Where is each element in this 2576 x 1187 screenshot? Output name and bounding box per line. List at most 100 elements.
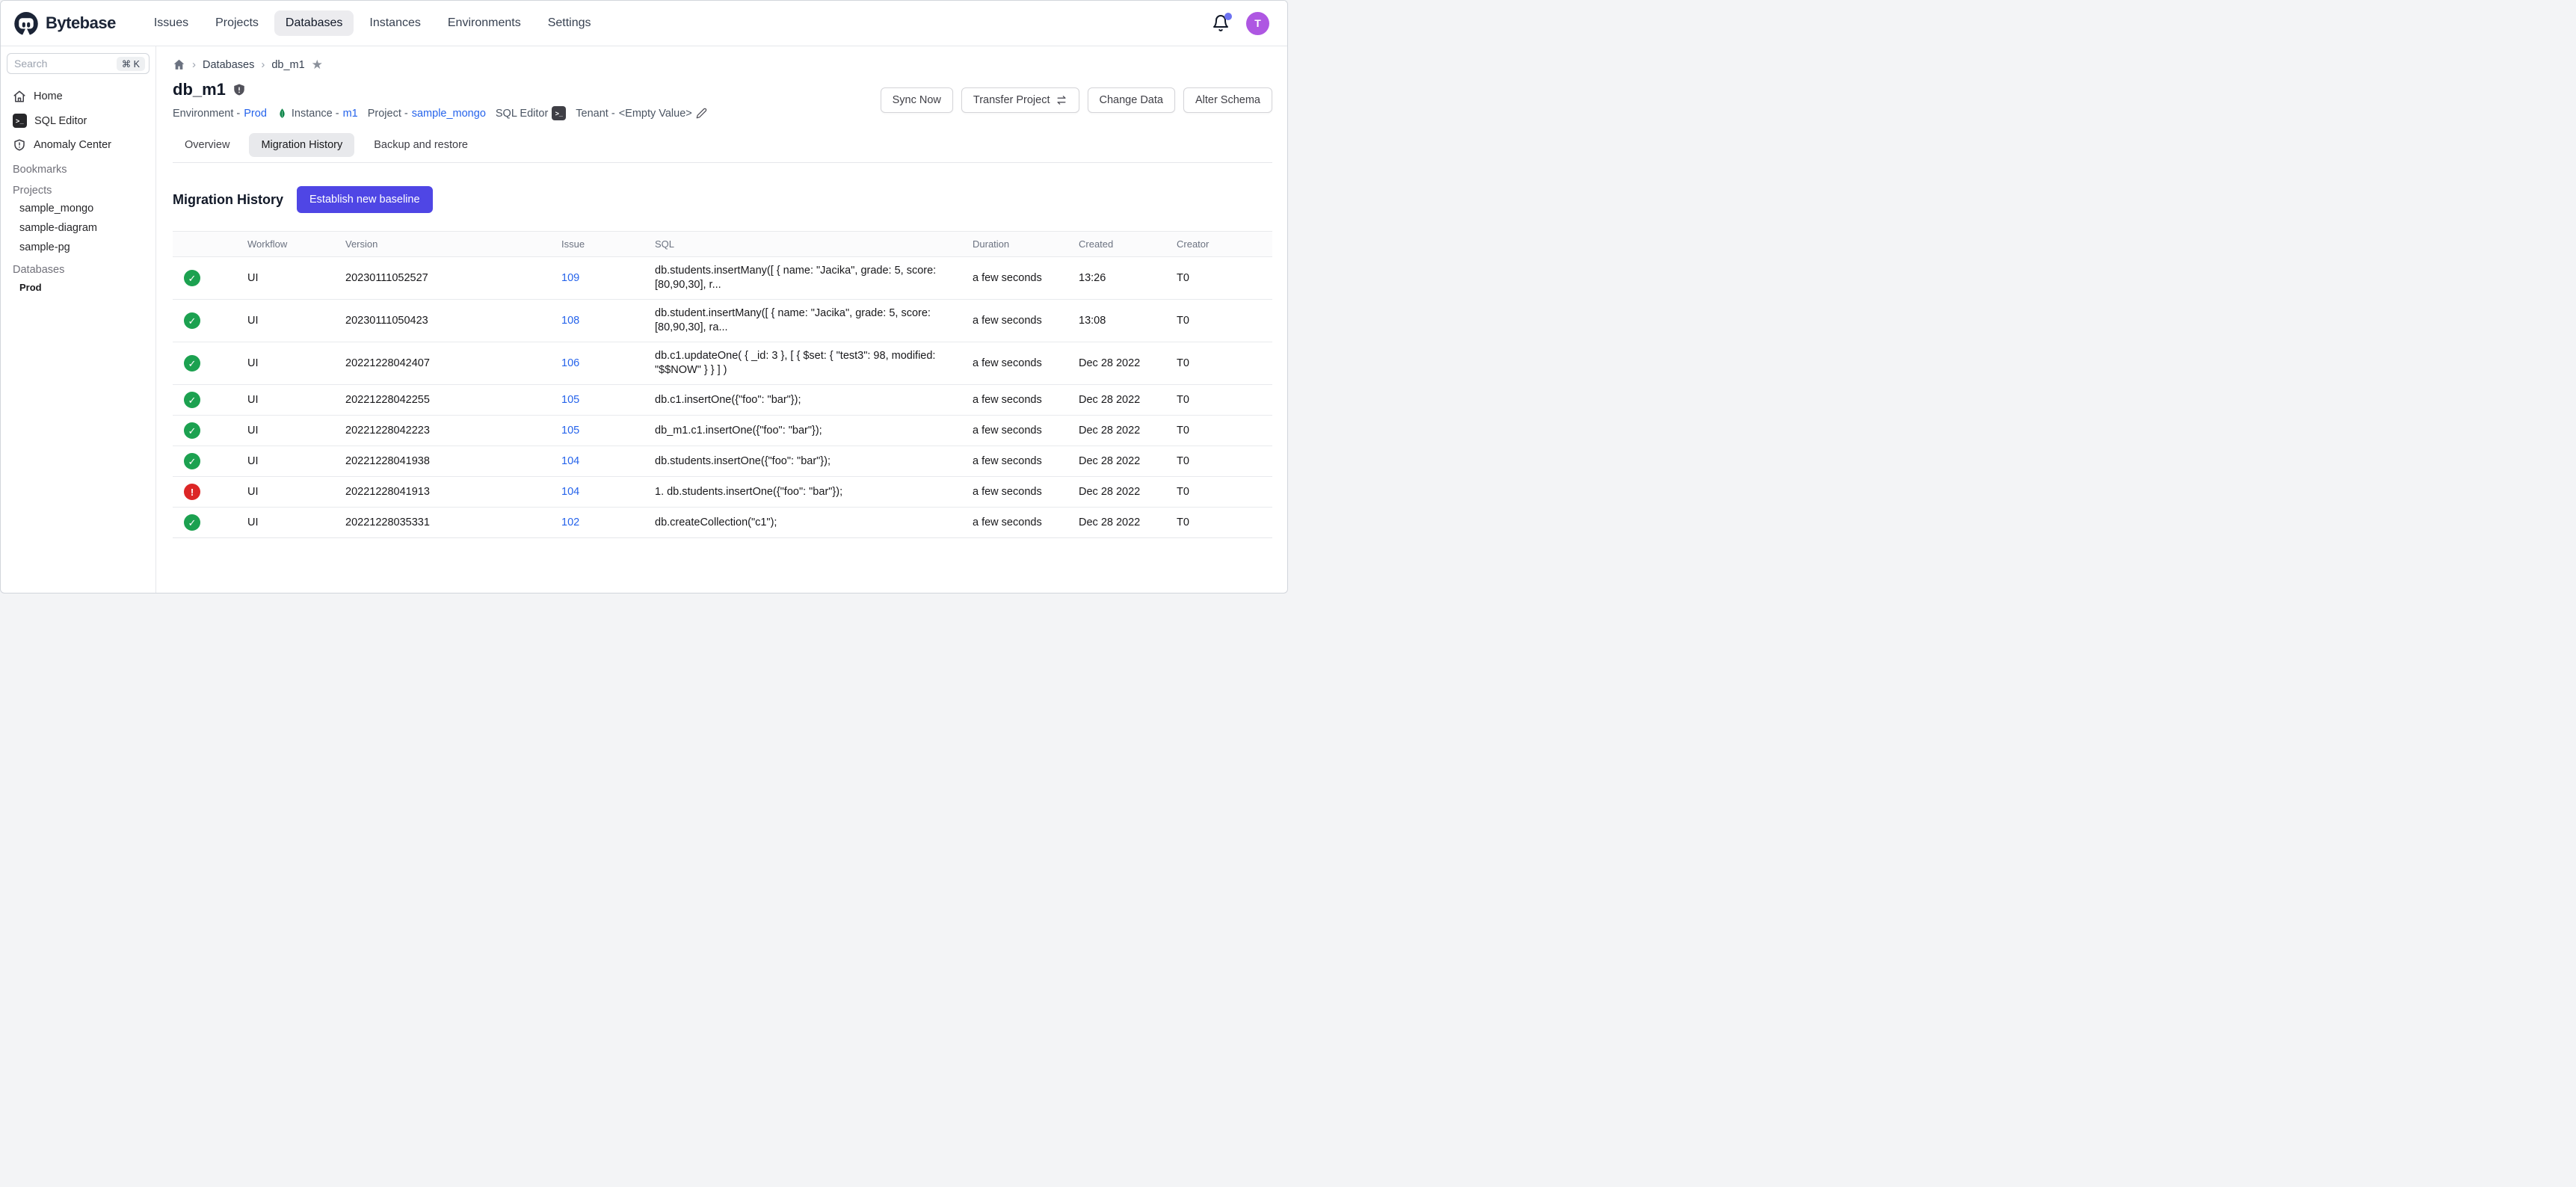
breadcrumb-home-button[interactable]	[173, 58, 185, 71]
issue-link[interactable]: 109	[561, 272, 579, 284]
instance-label: Instance -	[292, 108, 339, 120]
duration-cell: a few seconds	[961, 417, 1067, 445]
brand-name: Bytebase	[46, 13, 116, 33]
avatar[interactable]: T	[1246, 12, 1269, 35]
table-cell: 108	[549, 307, 643, 335]
search-input[interactable]	[14, 58, 89, 70]
sql-cell: db.createCollection("c1");	[643, 509, 961, 537]
col-version: Version	[333, 232, 549, 256]
created-cell: Dec 28 2022	[1067, 417, 1165, 445]
instance-link[interactable]: m1	[343, 108, 358, 120]
project-link[interactable]: sample_mongo	[412, 108, 486, 120]
breadcrumb-databases[interactable]: Databases	[203, 59, 254, 71]
issue-link[interactable]: 106	[561, 357, 579, 369]
favorite-star-icon[interactable]: ★	[312, 58, 323, 71]
created-cell: 13:26	[1067, 265, 1165, 292]
transfer-arrows-icon	[1056, 94, 1067, 106]
creator-cell: T0	[1165, 509, 1272, 537]
sidebar-item-label: SQL Editor	[34, 115, 87, 127]
creator-cell: T0	[1165, 265, 1272, 292]
table-cell: 104	[549, 478, 643, 506]
search-box[interactable]: ⌘ K	[7, 53, 150, 74]
success-check-icon: ✓	[184, 392, 200, 408]
table-cell: 102	[549, 509, 643, 537]
table-cell: 109	[549, 265, 643, 292]
sidebar-database-prod[interactable]: Prod	[1, 278, 155, 297]
change-data-button[interactable]: Change Data	[1088, 87, 1175, 113]
notifications-button[interactable]	[1212, 14, 1230, 32]
page-actions: Sync Now Transfer Project Change Data Al…	[881, 87, 1272, 113]
issue-link[interactable]: 102	[561, 517, 579, 528]
sidebar-item-anomaly-center[interactable]: Anomaly Center	[1, 133, 155, 157]
nav-item-settings[interactable]: Settings	[537, 10, 603, 36]
tenant-value: <Empty Value>	[619, 108, 692, 120]
sidebar-project-sample-pg[interactable]: sample-pg	[1, 238, 155, 257]
button-label: Transfer Project	[973, 94, 1050, 106]
chevron-right-icon: ›	[261, 58, 265, 71]
sidebar-project-sample-diagram[interactable]: sample-diagram	[1, 218, 155, 238]
establish-baseline-button[interactable]: Establish new baseline	[297, 186, 433, 213]
sql-editor-meta: SQL Editor >_	[496, 106, 566, 120]
success-check-icon: ✓	[184, 422, 200, 439]
duration-cell: a few seconds	[961, 448, 1067, 475]
table-cell: 105	[549, 386, 643, 414]
search-shortcut-kbd: ⌘ K	[117, 57, 145, 71]
sync-now-button[interactable]: Sync Now	[881, 87, 953, 113]
table-body: ✓UI20230111052527109db.students.insertMa…	[173, 257, 1272, 537]
success-check-icon: ✓	[184, 312, 200, 329]
tab-backup-and-restore[interactable]: Backup and restore	[362, 133, 480, 157]
sidebar-item-sql-editor[interactable]: >_ SQL Editor	[1, 108, 155, 133]
col-created: Created	[1067, 232, 1165, 256]
breadcrumb-db-m1[interactable]: db_m1	[271, 59, 304, 71]
bytebase-logo-icon	[13, 10, 40, 37]
issue-link[interactable]: 105	[561, 394, 579, 406]
issue-link[interactable]: 105	[561, 425, 579, 437]
database-tabs: Overview Migration History Backup and re…	[173, 133, 1272, 157]
workflow-cell: UI	[235, 307, 333, 335]
col-issue: Issue	[549, 232, 643, 256]
sidebar-item-home[interactable]: Home	[1, 84, 155, 108]
workflow-cell: UI	[235, 350, 333, 377]
terminal-icon[interactable]: >_	[552, 106, 566, 120]
sidebar-section-bookmarks: Bookmarks	[1, 157, 155, 178]
sql-cell: db.students.insertOne({"foo": "bar"});	[643, 448, 961, 475]
error-exclamation-icon: !	[184, 484, 200, 500]
section-title: Migration History	[173, 192, 283, 208]
tab-overview[interactable]: Overview	[173, 133, 241, 157]
success-check-icon: ✓	[184, 355, 200, 371]
sidebar-project-sample-mongo[interactable]: sample_mongo	[1, 199, 155, 218]
nav-item-environments[interactable]: Environments	[437, 10, 532, 36]
table-cell: ✓	[173, 446, 235, 476]
sql-editor-label: SQL Editor	[496, 108, 548, 120]
table-row: ✓UI20221228042223105db_m1.c1.insertOne({…	[173, 416, 1272, 446]
issue-link[interactable]: 104	[561, 455, 579, 467]
issue-link[interactable]: 108	[561, 315, 579, 327]
tab-migration-history[interactable]: Migration History	[249, 133, 354, 157]
migration-history-header: Migration History Establish new baseline	[173, 186, 1272, 213]
page-title: db_m1	[173, 80, 226, 99]
nav-item-issues[interactable]: Issues	[143, 10, 200, 36]
bytebase-logo[interactable]: Bytebase	[13, 10, 116, 37]
sidebar-item-label: Home	[34, 90, 63, 102]
creator-cell: T0	[1165, 386, 1272, 414]
sql-cell: db_m1.c1.insertOne({"foo": "bar"});	[643, 417, 961, 445]
created-cell: Dec 28 2022	[1067, 478, 1165, 506]
top-header: Bytebase Issues Projects Databases Insta…	[1, 1, 1287, 46]
nav-item-projects[interactable]: Projects	[204, 10, 270, 36]
nav-item-databases[interactable]: Databases	[274, 10, 354, 36]
edit-pencil-icon[interactable]	[696, 108, 707, 119]
nav-item-instances[interactable]: Instances	[358, 10, 431, 36]
table-row: ✓UI20221228041938104db.students.insertOn…	[173, 446, 1272, 477]
alter-schema-button[interactable]: Alter Schema	[1183, 87, 1272, 113]
button-label: Sync Now	[893, 94, 941, 106]
sql-cell: db.student.insertMany([ { name: "Jacika"…	[643, 300, 961, 342]
transfer-project-button[interactable]: Transfer Project	[961, 87, 1079, 113]
environment-link[interactable]: Prod	[244, 108, 267, 120]
table-header-row: Workflow Version Issue SQL Duration Crea…	[173, 231, 1272, 257]
col-duration: Duration	[961, 232, 1067, 256]
issue-link[interactable]: 104	[561, 486, 579, 498]
version-cell: 20221228041913	[333, 478, 549, 506]
chevron-right-icon: ›	[192, 58, 196, 71]
sidebar-section-databases: Databases	[1, 257, 155, 278]
mongodb-leaf-icon	[277, 108, 288, 119]
